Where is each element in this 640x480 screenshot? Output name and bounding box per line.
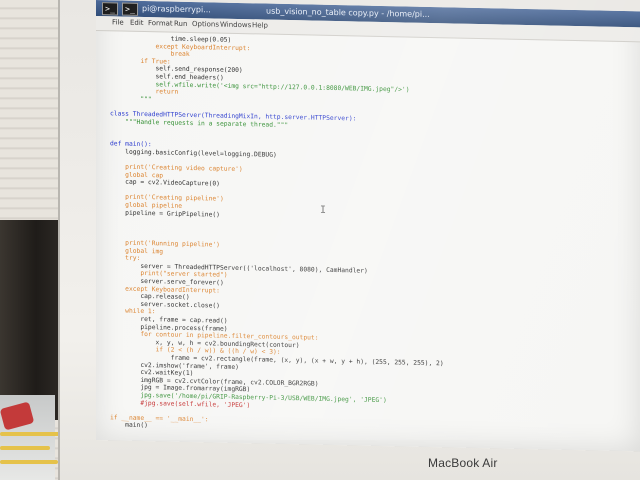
yellow-cable (0, 432, 60, 436)
menu-edit[interactable]: Edit (130, 19, 144, 27)
code-editor[interactable]: time.sleep(0.05) except KeyboardInterrup… (110, 34, 630, 445)
menu-file[interactable]: File (112, 18, 124, 26)
menu-windows[interactable]: Windows (220, 21, 251, 30)
terminal-icon[interactable]: >_ (122, 2, 138, 16)
menu-format[interactable]: Format (148, 19, 173, 28)
laptop-screen: >_ >_ pi@raspberrypi... usb_vision_no_ta… (96, 0, 640, 452)
terminal-icon[interactable]: >_ (102, 2, 118, 16)
yellow-cable (0, 446, 50, 450)
menu-help[interactable]: Help (252, 21, 268, 29)
menu-options[interactable]: Options (192, 20, 219, 29)
menu-run[interactable]: Run (174, 20, 187, 28)
taskbar-item-terminal[interactable]: pi@raspberrypi... (142, 3, 211, 15)
yellow-cable (0, 460, 58, 464)
taskbar-item-editor[interactable]: usb_vision_no_table copy.py - /home/pi..… (266, 6, 430, 20)
dark-background-object (0, 220, 60, 420)
text-cursor-icon: I (320, 204, 327, 216)
laptop-brand-label: MacBook Air (428, 456, 498, 470)
